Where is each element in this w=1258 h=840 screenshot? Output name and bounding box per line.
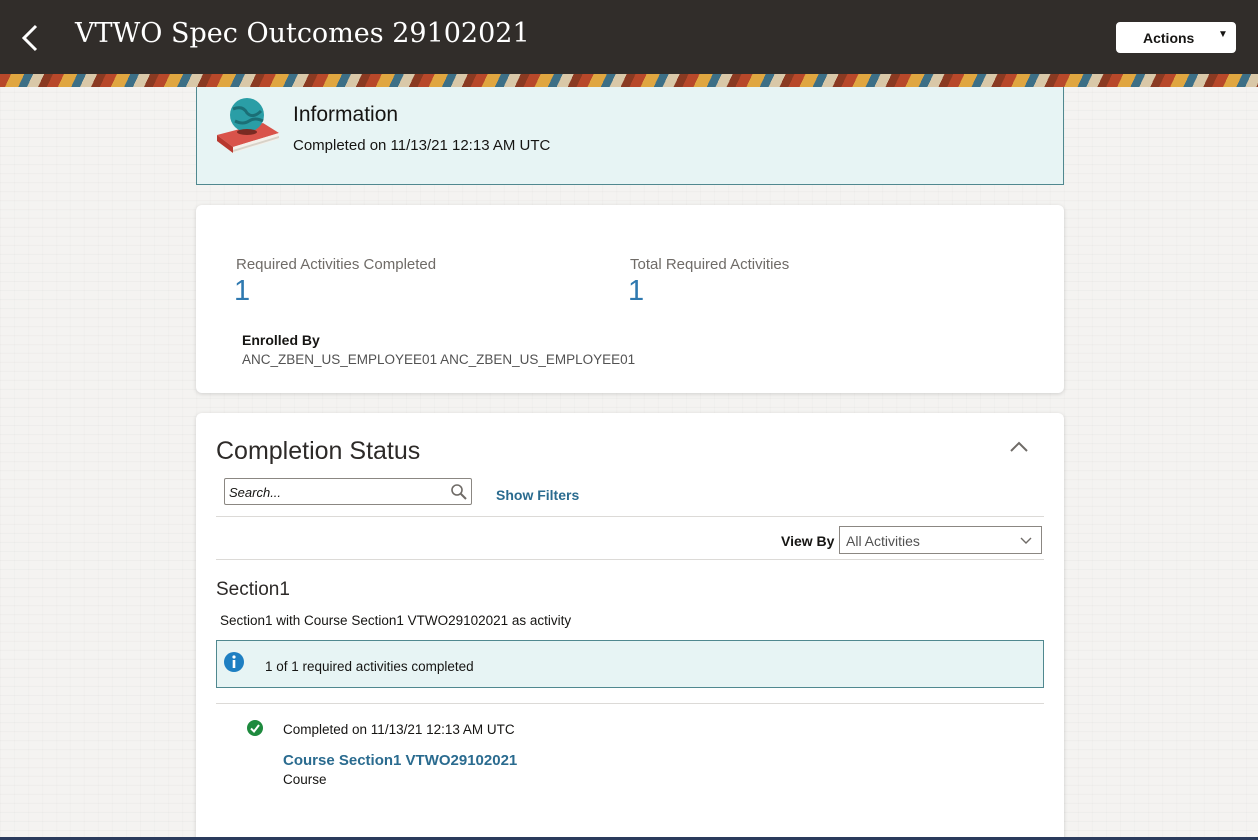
back-arrow-icon	[21, 24, 38, 52]
information-subtitle: Completed on 11/13/21 12:13 AM UTC	[293, 137, 551, 154]
check-circle-icon	[247, 720, 263, 736]
metrics-card: Required Activities Completed 1 Total Re…	[196, 205, 1064, 393]
view-by-label: View By	[781, 533, 835, 549]
completion-status-card: Completion Status Show Filters View By A…	[196, 413, 1064, 840]
completion-status-title: Completion Status	[216, 437, 421, 465]
search-box	[224, 478, 472, 505]
chevron-down-icon	[1020, 537, 1032, 544]
information-panel: Information Completed on 11/13/21 12:13 …	[196, 87, 1064, 185]
show-filters-link[interactable]: Show Filters	[496, 487, 579, 503]
page-title: VTWO Spec Outcomes 29102021	[75, 18, 530, 49]
collapse-button[interactable]	[1006, 437, 1032, 457]
section-description: Section1 with Course Section1 VTWO291020…	[220, 613, 572, 628]
view-by-value: All Activities	[846, 533, 920, 549]
actions-button[interactable]: Actions ▼	[1116, 22, 1236, 53]
actions-label: Actions	[1143, 30, 1195, 46]
total-required-value: 1	[628, 275, 645, 307]
info-icon	[224, 652, 244, 672]
divider	[216, 516, 1044, 517]
activity-link[interactable]: Course Section1 VTWO29102021	[283, 752, 517, 769]
back-button[interactable]	[14, 20, 46, 56]
progress-notice-text: 1 of 1 required activities completed	[265, 659, 474, 674]
enrolled-by-value: ANC_ZBEN_US_EMPLOYEE01 ANC_ZBEN_US_EMPLO…	[242, 352, 636, 367]
required-completed-label: Required Activities Completed	[236, 256, 437, 273]
progress-notice: 1 of 1 required activities completed	[216, 640, 1044, 688]
activity-status: Completed on 11/13/21 12:13 AM UTC	[283, 722, 515, 737]
activity-type: Course	[283, 772, 327, 787]
view-by-select[interactable]: All Activities	[839, 526, 1042, 554]
page-header: VTWO Spec Outcomes 29102021 Actions ▼	[0, 0, 1258, 74]
book-globe-icon	[217, 98, 279, 153]
caret-down-icon: ▼	[1218, 29, 1228, 40]
search-icon[interactable]	[450, 483, 468, 501]
enrolled-by-label: Enrolled By	[242, 332, 320, 348]
chevron-up-icon	[1010, 441, 1028, 452]
decorative-banner	[0, 74, 1258, 87]
information-title: Information	[293, 103, 399, 126]
required-completed-value: 1	[234, 275, 251, 307]
total-required-label: Total Required Activities	[630, 256, 790, 273]
divider	[216, 703, 1044, 704]
section-title: Section1	[216, 579, 290, 600]
divider	[216, 559, 1044, 560]
search-input[interactable]	[229, 483, 439, 501]
